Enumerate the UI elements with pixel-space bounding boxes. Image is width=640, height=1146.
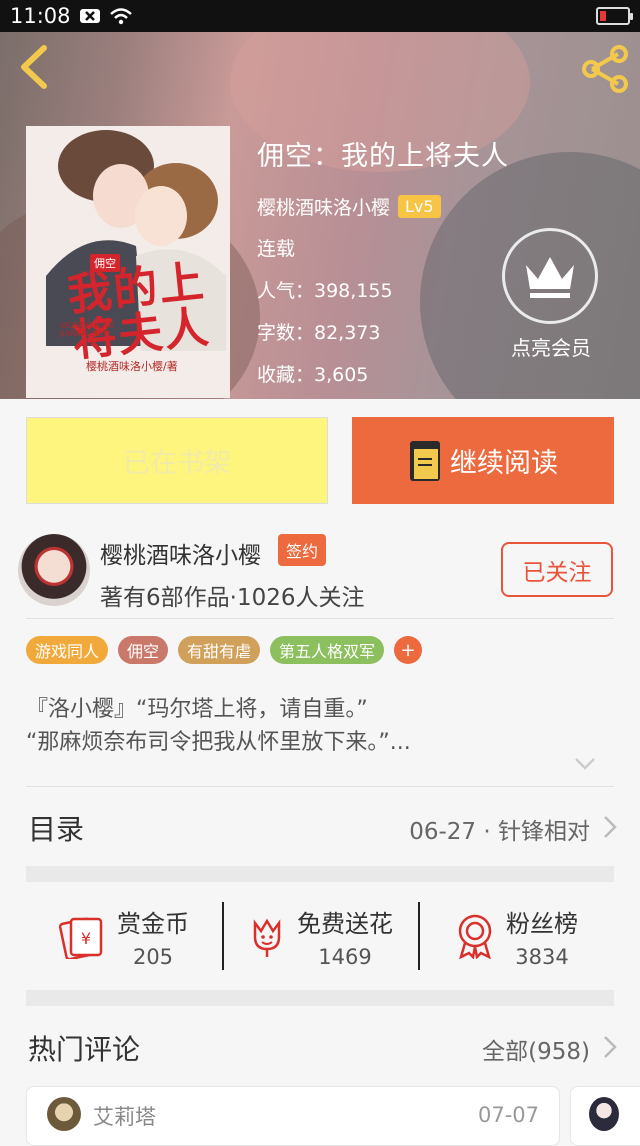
status-time: 11:08 bbox=[10, 4, 71, 28]
book-description[interactable]: 『洛小樱』“玛尔塔上将，请自重。” “那麻烦奈布司令把我从怀里放下来。”... bbox=[26, 693, 411, 759]
table-of-contents-row[interactable]: 目录 06-27 · 针锋相对 bbox=[0, 800, 640, 856]
toc-title: 目录 bbox=[28, 813, 85, 846]
cover-title-art: 我的上 将夫人 bbox=[65, 256, 213, 367]
reward-coins-button[interactable]: ¥ 赏金币 205 bbox=[26, 892, 222, 980]
stats-bar: ¥ 赏金币 205 免费送花 1469 粉丝榜 3834 bbox=[26, 892, 614, 980]
divider bbox=[26, 618, 614, 619]
tag-item[interactable]: 有甜有虐 bbox=[178, 636, 261, 664]
book-info: 佣空：我的上将夫人 樱桃酒味洛小樱 Lv5 连载 人气：398,155 字数：8… bbox=[257, 134, 509, 388]
vip-button[interactable] bbox=[502, 228, 598, 324]
tag-item[interactable]: 第五人格双军 bbox=[270, 636, 385, 664]
book-popularity: 人气：398,155 bbox=[257, 280, 393, 302]
book-header: 佣空 我的上 将夫人 WODESHANG JIANGFUREN 樱桃酒味洛小樱/… bbox=[0, 32, 640, 399]
book-icon bbox=[408, 439, 442, 483]
section-separator bbox=[26, 866, 614, 882]
follow-button[interactable]: 已关注 bbox=[501, 542, 613, 597]
commenter-avatar[interactable] bbox=[589, 1097, 619, 1131]
comment-date: 07-07 bbox=[477, 1103, 539, 1127]
red-envelope-icon: ¥ bbox=[59, 913, 107, 959]
book-favorites: 收藏：3,605 bbox=[257, 364, 369, 386]
tag-list: 游戏同人 佣空 有甜有虐 第五人格双军 + bbox=[26, 636, 423, 664]
book-title: 佣空：我的上将夫人 bbox=[257, 141, 509, 172]
stat-value: 3834 bbox=[515, 944, 569, 969]
in-shelf-button[interactable]: 已在书架 bbox=[26, 417, 328, 504]
author-section: 樱桃酒味洛小樱 签约 著有6部作品·1026人关注 已关注 bbox=[0, 522, 640, 618]
commenter-avatar[interactable] bbox=[47, 1097, 81, 1131]
hot-comments-title: 热门评论 bbox=[28, 1033, 141, 1066]
notification-icon bbox=[79, 8, 101, 24]
all-comments-link[interactable]: 全部(958) bbox=[482, 1032, 590, 1066]
chevron-right-icon bbox=[602, 814, 618, 844]
author-name[interactable]: 樱桃酒味洛小樱 bbox=[100, 536, 261, 570]
hot-comments-header: 热门评论 全部(958) bbox=[0, 1026, 640, 1076]
svg-text:¥: ¥ bbox=[81, 929, 91, 948]
signed-badge: 签约 bbox=[278, 534, 327, 566]
battery-icon bbox=[596, 7, 633, 25]
medal-icon bbox=[454, 913, 496, 959]
continue-reading-label: 继续阅读 bbox=[450, 448, 558, 479]
continue-reading-button[interactable]: 继续阅读 bbox=[352, 417, 614, 504]
chevron-right-icon[interactable] bbox=[602, 1034, 618, 1064]
tag-item[interactable]: 佣空 bbox=[118, 636, 169, 664]
back-button[interactable] bbox=[16, 42, 52, 92]
wifi-icon bbox=[109, 7, 133, 25]
stat-label: 免费送花 bbox=[297, 909, 393, 938]
book-status: 连载 bbox=[257, 238, 296, 260]
stat-label: 粉丝榜 bbox=[506, 909, 578, 938]
book-word-count: 字数：82,373 bbox=[257, 322, 381, 344]
send-flowers-button[interactable]: 免费送花 1469 bbox=[222, 892, 418, 980]
share-icon bbox=[582, 45, 628, 93]
author-level-badge: Lv5 bbox=[398, 195, 441, 218]
commenter-name[interactable]: 艾莉塔 bbox=[93, 1101, 156, 1131]
cover-en-text: WODESHANG JIANGFUREN bbox=[60, 322, 114, 338]
tag-item[interactable]: 游戏同人 bbox=[26, 636, 109, 664]
stat-value: 1469 bbox=[318, 944, 372, 969]
author-stats: 著有6部作品·1026人关注 bbox=[100, 585, 365, 611]
stat-label: 赏金币 bbox=[117, 909, 189, 938]
toc-latest-chapter: 06-27 · 针锋相对 bbox=[409, 819, 590, 845]
status-bar: 11:08 bbox=[0, 0, 640, 32]
fan-ranking-button[interactable]: 粉丝榜 3834 bbox=[418, 892, 614, 980]
vip-label[interactable]: 点亮会员 bbox=[498, 332, 604, 361]
book-author[interactable]: 樱桃酒味洛小樱 bbox=[257, 193, 390, 220]
divider bbox=[26, 786, 614, 787]
author-avatar[interactable] bbox=[18, 534, 90, 606]
comment-card[interactable]: 艾莉塔 07-07 bbox=[26, 1086, 560, 1146]
cover-author-credit: 樱桃酒味洛小樱/著 bbox=[86, 360, 178, 373]
stat-value: 205 bbox=[132, 944, 174, 969]
expand-description-icon[interactable] bbox=[574, 756, 596, 775]
book-cover[interactable]: 佣空 我的上 将夫人 WODESHANG JIANGFUREN 樱桃酒味洛小樱/… bbox=[26, 126, 230, 398]
crown-icon bbox=[526, 257, 574, 298]
share-button[interactable] bbox=[580, 44, 630, 94]
more-tags-button[interactable]: + bbox=[394, 636, 423, 664]
section-separator bbox=[26, 990, 614, 1006]
comment-card[interactable] bbox=[570, 1086, 640, 1146]
flower-icon bbox=[247, 913, 287, 959]
